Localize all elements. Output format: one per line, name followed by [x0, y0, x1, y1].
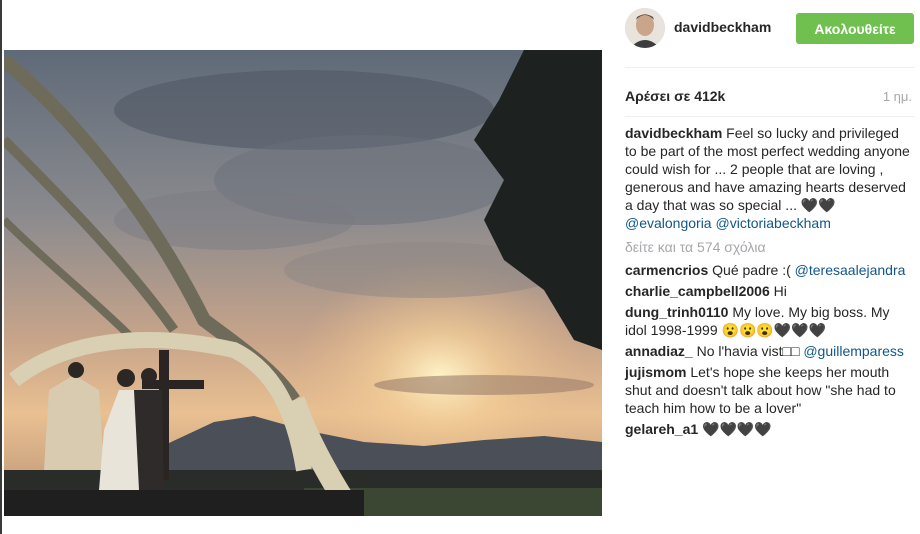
comment-author[interactable]: davidbeckham: [625, 125, 722, 141]
comment-item: dung_trinh0110 My love. My big boss. My …: [625, 303, 912, 339]
comment-author[interactable]: charlie_campbell2006: [625, 283, 770, 299]
comment-author[interactable]: carmencrios: [625, 262, 708, 278]
comment-text: Hi: [773, 283, 787, 299]
caption: davidbeckham Feel so lucky and privilege…: [625, 124, 912, 232]
caption-hearts: 🖤🖤: [800, 197, 836, 213]
comment-author[interactable]: gelareh_a1: [625, 421, 698, 437]
mention-link[interactable]: @teresaalejandra: [795, 262, 906, 278]
comment-text: 🖤🖤🖤🖤: [702, 421, 772, 437]
mention-link[interactable]: @victoriabeckham: [716, 215, 831, 231]
comment-item: charlie_campbell2006 Hi: [625, 282, 912, 300]
comment-author[interactable]: dung_trinh0110: [625, 304, 728, 320]
comment-text: Qué padre :(: [712, 262, 791, 278]
comment-item: jujismom Let's hope she keeps her mouth …: [625, 363, 912, 417]
wedding-sunset-photo: [4, 50, 602, 516]
comment-text: No l'havia vist□□: [696, 343, 800, 359]
divider: [625, 116, 914, 117]
comment-item: carmencrios Qué padre :( @teresaalejandr…: [625, 261, 912, 279]
mention-link[interactable]: @guillemparess: [803, 343, 904, 359]
avatar[interactable]: [625, 8, 665, 48]
comment-author[interactable]: jujismom: [625, 364, 686, 380]
post-header: davidbeckham Ακολουθείτε: [608, 0, 920, 62]
view-all-comments-link[interactable]: δείτε και τα 574 σχόλια: [625, 238, 912, 256]
likes-count[interactable]: Αρέσει σε 412k: [625, 88, 725, 104]
mention-link[interactable]: @evalongoria: [625, 215, 712, 231]
following-button[interactable]: Ακολουθείτε: [796, 13, 914, 44]
post-media-area: [2, 0, 608, 534]
comment-item: gelareh_a1 🖤🖤🖤🖤: [625, 420, 912, 438]
post-side-panel: davidbeckham Ακολουθείτε Αρέσει σε 412k …: [608, 0, 920, 534]
comments-list: davidbeckham Feel so lucky and privilege…: [625, 124, 912, 441]
post-photo[interactable]: [4, 50, 602, 516]
profile-photo-icon: [625, 8, 665, 48]
divider: [625, 67, 914, 68]
post-timestamp[interactable]: 1 ημ.: [883, 89, 912, 104]
comment-item: annadiaz_ No l'havia vist□□ @guillempare…: [625, 342, 912, 360]
post-username[interactable]: davidbeckham: [674, 19, 771, 35]
comment-author[interactable]: annadiaz_: [625, 343, 693, 359]
